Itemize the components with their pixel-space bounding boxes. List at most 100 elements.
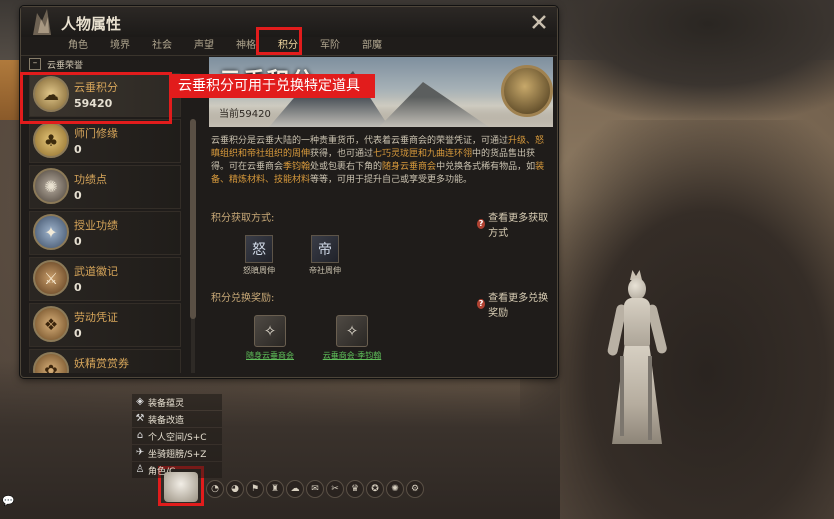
sidebar: – 云垂荣誉 ☁ 云垂积分 59420 ♣ 师门修缘 0 ✺ 功绩点 0 ✦ 授…	[25, 57, 199, 373]
tab-realm[interactable]: 境界	[99, 37, 141, 55]
source-label: 帝社周伸	[309, 266, 341, 275]
points-description: 云垂积分是云垂大陆的一种贵重货币，代表着云垂商会的荣誉凭证，可通过升级、怒瞋组织…	[211, 135, 549, 187]
highlight-text: 七巧灵珑匣和九曲连环翎	[373, 149, 473, 159]
window-title: 人物属性	[61, 15, 122, 33]
group-label: 云垂荣誉	[47, 60, 84, 71]
menu-item-personal-space[interactable]: ⌂ 个人空间/S+C	[132, 428, 222, 444]
acquire-heading: 积分获取方式:	[211, 213, 275, 224]
highlight-text: 随身云垂商会	[382, 162, 437, 172]
tab-role[interactable]: 角色	[57, 37, 99, 55]
clover-medallion-icon: ♣	[33, 122, 69, 158]
cloud-medallion-icon: ☁	[33, 76, 69, 112]
wing-icon: ✈	[135, 447, 145, 458]
player-character[interactable]	[598, 270, 674, 446]
spirit-medallion-icon: ✿	[33, 352, 69, 373]
tab-society[interactable]: 社会	[141, 37, 183, 55]
highlight-text: 季钧翰	[283, 162, 311, 172]
exchange-shop-npc[interactable]: ✧ 云垂商会·季钧翰	[317, 315, 387, 361]
sidebar-item-spirit-voucher[interactable]: ✿ 妖精赏赏券	[29, 349, 181, 373]
exchange-label: 云垂商会·季钧翰	[322, 351, 382, 360]
sidebar-item-label: 师门修缘	[74, 127, 118, 140]
source-nuchen-weekly[interactable]: 怒 怒瞋周伸	[229, 235, 289, 276]
description-text: 中兑换各式稀有物品，如	[436, 162, 536, 172]
sidebar-item-label: 功绩点	[74, 173, 107, 186]
character-button[interactable]	[164, 472, 198, 502]
description-text: 云垂积分是云垂大陆的一种贵重货币，代表着云垂商会的荣誉凭证，可通过	[211, 136, 509, 146]
exchange-portable-shop[interactable]: ✧ 随身云垂商会	[235, 315, 305, 361]
description-text: 等等，可用于提升自己或享受更多功能。	[310, 175, 473, 185]
menu-item-mount-wings[interactable]: ✈ 坐骑翅膀/S+Z	[132, 445, 222, 461]
more-exchange-link[interactable]: ? 查看更多兑换奖励	[477, 289, 553, 319]
hotbar-slot-icon[interactable]: ✉	[306, 480, 324, 498]
scrollbar-thumb[interactable]	[190, 119, 196, 319]
tab-reputation[interactable]: 声望	[183, 37, 225, 55]
current-points: 当前59420	[219, 109, 271, 120]
sidebar-item-value: 59420	[74, 97, 113, 110]
group-header: – 云垂荣誉	[25, 57, 199, 71]
sidebar-item-mentorship[interactable]: ♣ 师门修缘 0	[29, 119, 181, 163]
sidebar-item-value: 0	[74, 143, 82, 156]
hotbar-slot-icon[interactable]: ◔	[206, 480, 224, 498]
sidebar-item-label: 授业功绩	[74, 219, 118, 232]
tab-divider	[21, 55, 557, 56]
tab-military-rank[interactable]: 军阶	[309, 37, 351, 55]
dark-terrain	[520, 120, 834, 519]
menu-item-label: 坐骑翅膀/S+Z	[148, 449, 207, 460]
quick-menu: ◈ 装备蕴灵 ⚒ 装备改造 ⌂ 个人空间/S+C ✈ 坐骑翅膀/S+Z ♙ 角色…	[132, 394, 222, 479]
exchange-label: 随身云垂商会	[246, 351, 294, 360]
hotbar-slot-icon[interactable]: ⚙	[406, 480, 424, 498]
help-icon: ?	[477, 219, 486, 229]
description-text: 处或包裹右下角的	[310, 162, 383, 172]
sidebar-item-yunchui-points[interactable]: ☁ 云垂积分 59420	[29, 73, 181, 117]
sidebar-item-value: 0	[74, 235, 82, 248]
description-text: 获得，也可通过	[310, 149, 374, 159]
feather-icon: ✧	[336, 315, 368, 347]
hotbar-slot-icon[interactable]: ✂	[326, 480, 344, 498]
crest-medallion-icon: ✦	[33, 214, 69, 250]
sidebar-item-value: 0	[74, 281, 82, 294]
tab-points[interactable]: 积分	[267, 37, 309, 55]
treasure-medallion-icon: ❖	[33, 306, 69, 342]
feather-icon: ✧	[254, 315, 286, 347]
rock-formation	[520, 0, 834, 120]
more-exchange-label: 查看更多兑换奖励	[488, 293, 549, 319]
dragon-medallion-icon: ✺	[33, 168, 69, 204]
gem-icon: ◈	[136, 396, 144, 407]
collapse-toggle[interactable]: –	[29, 58, 41, 70]
hotbar-slot-icon[interactable]: ◕	[226, 480, 244, 498]
close-icon[interactable]	[531, 14, 547, 30]
emperor-icon: 帝	[311, 235, 339, 263]
menu-item-equip-spirit[interactable]: ◈ 装备蕴灵	[132, 394, 222, 410]
source-dishe-weekly[interactable]: 帝 帝社周伸	[295, 235, 355, 276]
sidebar-item-label: 妖精赏赏券	[74, 357, 129, 370]
tab-demon[interactable]: 部魔	[351, 37, 393, 55]
character-attributes-window: 人物属性 角色 境界 社会 声望 神格 积分 军阶 部魔 – 云垂荣誉 ☁ 云垂…	[20, 6, 558, 378]
menu-item-label: 个人空间/S+C	[148, 432, 207, 443]
sidebar-item-teaching[interactable]: ✦ 授业功绩 0	[29, 211, 181, 255]
help-icon: ?	[477, 299, 486, 309]
hammer-icon: ⚒	[135, 413, 145, 424]
chat-icon[interactable]: 💬	[2, 496, 14, 507]
sidebar-item-martial-badge[interactable]: ⚔ 武道徽记 0	[29, 257, 181, 301]
hotbar-slot-icon[interactable]: ⚑	[246, 480, 264, 498]
dragon-emblem-icon	[33, 9, 51, 35]
more-acquire-link[interactable]: ? 查看更多获取方式	[477, 209, 553, 239]
hotbar-slot-icon[interactable]: ♜	[266, 480, 284, 498]
sidebar-item-label: 劳动凭证	[74, 311, 118, 324]
exchange-heading: 积分兑换奖励:	[211, 293, 275, 304]
hotbar-slot-icon[interactable]: ☁	[286, 480, 304, 498]
sidebar-item-value: 0	[74, 327, 82, 340]
menu-item-equip-modify[interactable]: ⚒ 装备改造	[132, 411, 222, 427]
sidebar-item-value: 0	[74, 189, 82, 202]
annotation-callout: 云垂积分可用于兑换特定道具	[170, 74, 375, 98]
menu-item-label: 装备改造	[148, 415, 185, 426]
hotbar-slot-icon[interactable]: ✺	[386, 480, 404, 498]
sidebar-item-labor-voucher[interactable]: ❖ 劳动凭证 0	[29, 303, 181, 347]
hotbar: ◔ ◕ ⚑ ♜ ☁ ✉ ✂ ♛ ✪ ✺ ⚙	[206, 480, 424, 500]
tab-divinity[interactable]: 神格	[225, 37, 267, 55]
tab-bar: 角色 境界 社会 声望 神格 积分 军阶 部魔	[57, 37, 393, 55]
hotbar-slot-icon[interactable]: ♛	[346, 480, 364, 498]
sidebar-item-merit[interactable]: ✺ 功绩点 0	[29, 165, 181, 209]
hotbar-slot-icon[interactable]: ✪	[366, 480, 384, 498]
more-acquire-label: 查看更多获取方式	[488, 213, 549, 239]
